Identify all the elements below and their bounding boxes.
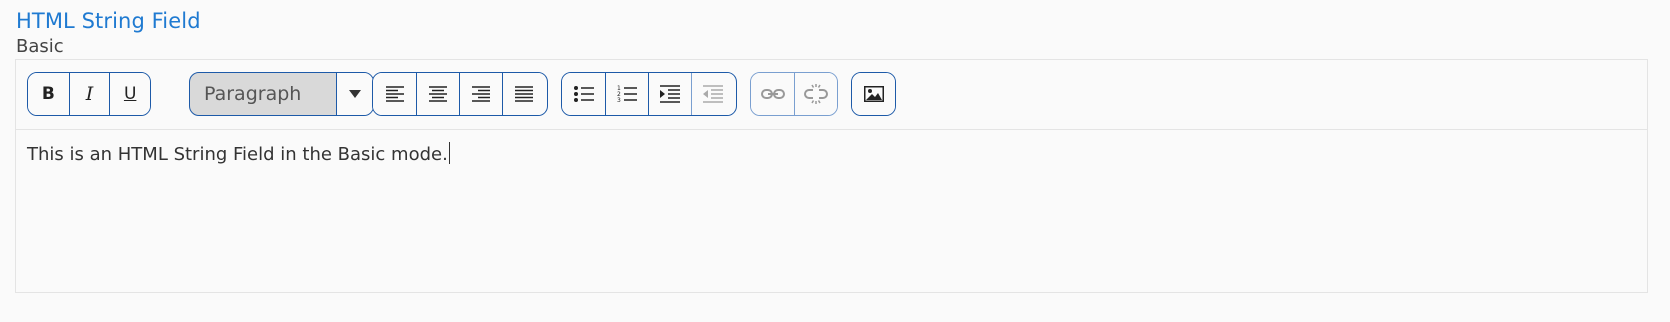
text-style-group: B I U xyxy=(27,72,151,116)
text-caret xyxy=(448,142,450,164)
alignment-group xyxy=(372,72,548,116)
numbered-list-icon: 123 xyxy=(617,85,637,103)
block-format-select[interactable]: Paragraph xyxy=(189,72,374,116)
align-right-icon xyxy=(472,86,490,102)
list-group: 123 xyxy=(561,72,737,116)
bullet-list-button[interactable] xyxy=(562,73,605,115)
bold-button[interactable]: B xyxy=(28,73,69,115)
align-justify-button[interactable] xyxy=(502,73,545,115)
editor-toolbar: B I U Paragraph 1 2 3 xyxy=(16,60,1647,130)
unlink-icon xyxy=(804,84,828,104)
underline-button[interactable]: U xyxy=(109,73,150,115)
italic-button[interactable]: I xyxy=(68,73,110,115)
field-subtitle: Basic xyxy=(16,36,64,57)
block-format-value: Paragraph xyxy=(204,83,302,105)
html-editor: B I U Paragraph 1 2 3 This is an HTML St… xyxy=(15,59,1648,293)
bullet-list-icon xyxy=(573,86,594,102)
indent-button[interactable] xyxy=(648,73,691,115)
bold-label: B xyxy=(41,84,55,104)
align-center-icon xyxy=(429,86,447,102)
numbered-list-button[interactable]: 123 xyxy=(605,73,648,115)
outdent-button[interactable] xyxy=(691,73,734,115)
editor-text: This is an HTML String Field in the Basi… xyxy=(27,144,448,165)
indent-icon xyxy=(660,85,680,103)
link-icon xyxy=(760,89,785,99)
chevron-down-icon[interactable] xyxy=(336,73,373,115)
svg-text:3: 3 xyxy=(617,97,621,103)
link-button[interactable] xyxy=(751,73,794,115)
editor-content[interactable]: This is an HTML String Field in the Basi… xyxy=(16,130,1647,292)
outdent-icon xyxy=(703,85,723,103)
align-left-icon xyxy=(385,86,404,102)
underline-label: U xyxy=(123,84,137,104)
align-right-button[interactable] xyxy=(459,73,502,115)
link-group xyxy=(750,72,838,116)
field-title: HTML String Field xyxy=(16,9,201,33)
image-button[interactable] xyxy=(852,73,895,115)
image-icon xyxy=(863,86,884,102)
align-center-button[interactable] xyxy=(416,73,459,115)
unlink-button[interactable] xyxy=(794,73,837,115)
italic-label: I xyxy=(85,83,94,105)
align-left-button[interactable] xyxy=(373,73,416,115)
image-group xyxy=(851,72,896,116)
align-justify-icon xyxy=(515,86,533,102)
